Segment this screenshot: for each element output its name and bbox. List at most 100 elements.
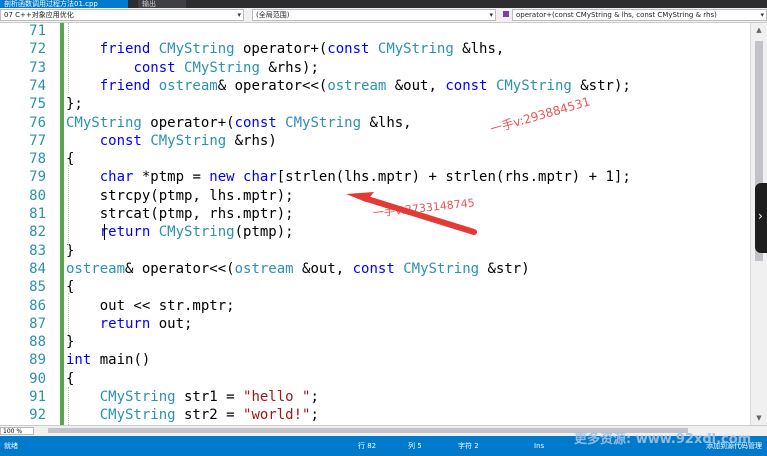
status-col: 列 5 [408,442,422,450]
line-number: 74 [29,77,46,94]
code-token: { [66,370,75,387]
code-token: char [243,169,277,186]
code-line[interactable]: return out; [66,315,750,333]
code-token: CMyString [377,41,454,58]
line-number: 73 [29,59,46,76]
line-number: 76 [29,114,46,131]
chevron-right-icon: › [758,209,763,223]
indent-guide [68,387,69,425]
line-number: 81 [29,206,46,222]
code-line[interactable]: CMyString str2 = "world!"; [66,406,750,424]
line-number: 77 [29,132,46,149]
code-token: new [209,169,235,186]
scroll-up-icon[interactable]: ▲ [755,26,763,34]
code-token: str1 = [175,389,244,405]
member-dropdown[interactable]: operator+(const CMyString & lhs, const C… [512,9,767,21]
code-token: &out, [386,77,446,94]
code-token: operator+( [234,41,328,58]
line-number: 79 [29,169,46,186]
code-token: strcat(ptmp, rhs.mptr); [66,206,294,222]
code-editor[interactable]: 71 72 73 74 75 76 77 78 79 80 81 82 83 84 85 86 87 88 89 90… [0,23,767,425]
tab-output[interactable]: 输出 [138,0,186,8]
code-token: CMyString [150,132,227,149]
indent-guide [68,23,69,93]
line-number-gutter: 71 72 73 74 75 76 77 78 79 80 81 82 83 84 85 86 87 88 89 90… [0,23,60,425]
code-line[interactable]: } [66,333,750,351]
line-number: 88 [29,334,46,351]
code-token: CMyString [158,224,235,241]
project-dropdown[interactable]: 07 C++对象应用优化 ▾ [0,9,244,21]
code-token: & operator<<( [217,77,328,94]
code-line[interactable]: }; [66,95,750,113]
chevron-down-icon: ▾ [760,11,764,19]
line-number: 71 [29,23,46,39]
code-token: ostream [234,260,294,277]
code-token: ; [310,407,319,424]
code-token: ostream [158,77,218,94]
line-number: 90 [29,370,46,387]
code-line[interactable]: const CMyString &rhs); [66,59,750,77]
code-token: main() [91,352,151,369]
line-number: 89 [29,352,46,369]
code-token: & operator<<( [125,260,235,277]
code-token: const [352,260,395,277]
code-token: char [99,169,134,186]
code-token: str2 = [175,407,244,424]
code-token: const [133,59,176,76]
code-line[interactable]: } [66,242,750,260]
status-char: 字符 2 [458,442,479,450]
text-caret [104,224,105,240]
code-line[interactable]: friend ostream& operator<<(ostream &out,… [66,77,750,95]
code-token: &rhs); [259,59,319,76]
line-number: 72 [29,41,46,58]
line-number: 83 [29,242,46,259]
code-token: *ptmp = [133,169,210,186]
code-line[interactable]: const CMyString &rhs) [66,132,750,150]
line-number: 82 [29,224,46,241]
status-insert-mode: Ins [534,442,545,450]
code-line[interactable]: char *ptmp = new char[strlen(lhs.mptr) +… [66,168,750,186]
code-line[interactable]: out << str.mptr; [66,297,750,315]
code-token: const [445,77,488,94]
line-number: 91 [29,389,46,405]
line-number: 85 [29,279,46,296]
code-token: &lhs, [453,41,505,58]
code-line[interactable]: CMyString str1 = "hello "; [66,388,750,406]
scroll-down-icon[interactable]: ▼ [755,414,763,422]
code-token: CMyString [403,260,480,277]
code-line[interactable]: ostream& operator<<(ostream &out, const … [66,260,750,278]
code-token: "world!" [243,407,311,424]
code-line[interactable]: { [66,370,750,388]
code-line[interactable]: { [66,150,750,168]
tab-active-file[interactable]: 剖析函数调用过程方法01.cpp [0,0,128,8]
code-line[interactable]: friend CMyString operator+(const CMyStri… [66,40,750,58]
code-token: return [99,315,151,332]
code-token: CMyString [99,407,176,424]
code-line[interactable]: int main() [66,351,750,369]
code-line[interactable]: { [66,278,750,296]
zoom-level-dropdown[interactable]: 100 % [0,427,34,435]
chevron-down-icon: ▾ [237,11,241,19]
code-token: const [99,132,142,149]
code-line[interactable] [66,23,750,40]
code-token: return [99,224,151,241]
side-panel-toggle[interactable]: › [755,183,767,253]
code-token: out; [150,315,193,332]
member-function-icon [503,11,509,17]
code-token: &rhs) [226,132,277,149]
code-token: CMyString [66,114,142,131]
code-token: strcpy(ptmp, lhs.mptr); [66,187,294,204]
scope-dropdown[interactable]: (全局范围) ▾ [252,9,496,21]
status-row: 行 82 [358,442,377,450]
document-tab-strip: 剖析函数调用过程方法01.cpp 输出 [0,0,767,8]
code-line[interactable]: CMyString operator+(const CMyString &lhs… [66,114,750,132]
line-number: 84 [29,260,46,277]
navigation-bar: 07 C++对象应用优化 ▾ (全局范围) ▾ operator+(const … [0,8,767,23]
